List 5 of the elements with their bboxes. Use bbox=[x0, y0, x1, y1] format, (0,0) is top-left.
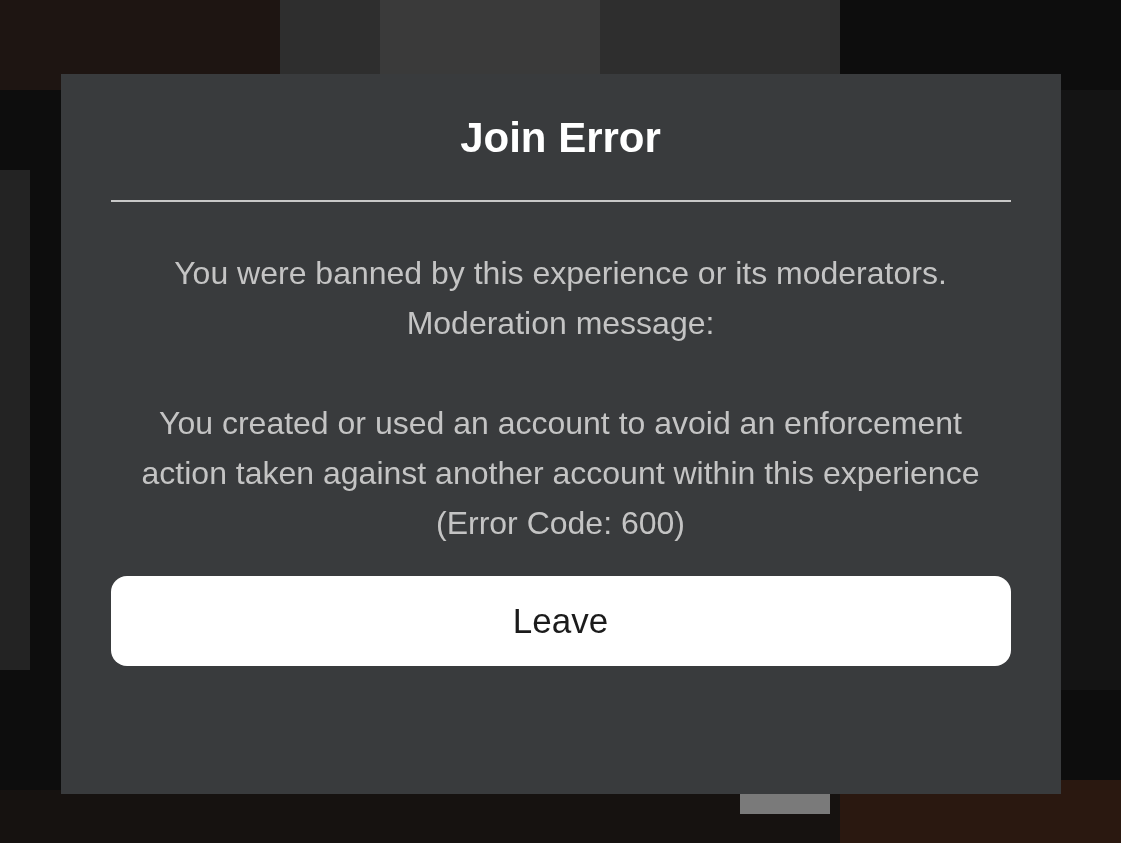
error-message: You were banned by this experience or its moderators. Moderation message: bbox=[173, 254, 948, 343]
moderation-message: You created or used an account to avoid an enforcement action taken against another account within this experience bbox=[140, 404, 981, 493]
leave-button[interactable]: Leave bbox=[110, 576, 1011, 666]
dialog-title: Join Error bbox=[460, 113, 661, 163]
error-code: (Error Code: 600) bbox=[435, 504, 686, 543]
